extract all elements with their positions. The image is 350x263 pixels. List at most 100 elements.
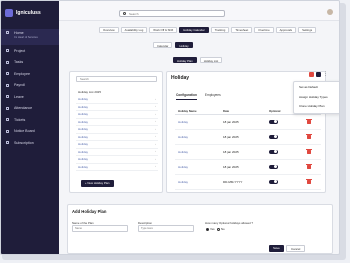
menu-item-assign-types[interactable]: Assign Holiday Types: [294, 93, 339, 103]
sidebar-item-leave[interactable]: Leave: [1, 91, 59, 103]
table-row: Holiday 18 jan 2025: [175, 115, 321, 130]
holiday-name[interactable]: Holiday: [175, 180, 223, 184]
sidebar-item-employee[interactable]: Employee: [1, 68, 59, 80]
tab-work-off-shift[interactable]: Work Off & Shift: [149, 27, 178, 33]
sidebar-item-tickets[interactable]: Tickets: [1, 114, 59, 126]
holiday-name[interactable]: Holiday: [175, 120, 223, 124]
sidebar: Igniculuss ‹ Home Cx Heart of Services P…: [1, 1, 60, 254]
holiday-name[interactable]: Holiday: [175, 165, 223, 169]
radio-yes-dot: [206, 227, 209, 231]
new-holiday-plan-button[interactable]: + New Holiday Plan: [81, 180, 114, 187]
brand-logo: [5, 9, 13, 17]
sidebar-item-notice-board[interactable]: Notice Board: [1, 126, 59, 138]
tab-settings[interactable]: Settings: [298, 27, 317, 33]
tab-employees[interactable]: Employees: [205, 93, 221, 100]
sidebar-item-payroll[interactable]: Payroll: [1, 80, 59, 92]
chevron-right-icon: ›: [155, 120, 156, 124]
chevron-right-icon: ›: [155, 165, 156, 169]
optional-toggle[interactable]: [269, 149, 278, 155]
holiday-date: 18 jan 2025: [223, 165, 239, 169]
sidebar-item-tasks[interactable]: Tasks: [1, 57, 59, 69]
table-row: Holiday DD-MM-YYYY: [175, 175, 321, 190]
tasks-icon: [6, 60, 9, 64]
subtab-calendar[interactable]: Calendar: [153, 42, 173, 48]
sidebar-nav: Home Cx Heart of Services Project Tasks …: [1, 29, 59, 149]
optional-toggle[interactable]: [269, 179, 278, 185]
sidebar-item-label: Employee: [14, 71, 30, 76]
optional-holidays-label: How many Optional holidays allowed ?: [205, 221, 254, 225]
tab-holiday-list[interactable]: Holiday List: [199, 57, 223, 63]
sidebar-item-label: Subscription: [14, 140, 34, 145]
optional-toggle[interactable]: [269, 119, 278, 125]
optional-toggle[interactable]: [269, 134, 278, 140]
column-header: Date: [223, 109, 230, 113]
list-item-label: Holiday: [78, 142, 89, 147]
list-item[interactable]: Holiday ›: [76, 111, 158, 119]
list-item-label: Holiday: [78, 119, 89, 124]
radio-no-label: No: [221, 227, 225, 231]
menu-item-clone-plan[interactable]: Clone Holiday Plan: [294, 102, 339, 112]
more-vertical-icon[interactable]: ⋮: [323, 72, 328, 77]
trash-icon[interactable]: [306, 148, 312, 155]
trash-icon[interactable]: [306, 178, 312, 185]
list-search-input[interactable]: [76, 76, 157, 82]
sidebar-item-label: Attendance: [14, 106, 33, 111]
sidebar-item-subscription[interactable]: Subscription: [1, 137, 59, 149]
list-item[interactable]: Holiday ›: [76, 149, 158, 156]
save-button[interactable]: Save: [269, 245, 284, 252]
sidebar-item-attendance[interactable]: Attendance: [1, 103, 59, 115]
radio-yes[interactable]: Yes: [206, 227, 215, 231]
tab-holiday-calendar[interactable]: Holiday Calendar: [179, 27, 209, 33]
tab-approvals[interactable]: Approvals: [275, 27, 297, 33]
list-item[interactable]: Holiday ›: [76, 104, 158, 111]
list-item[interactable]: Holiday ›: [76, 156, 158, 164]
notice-board-icon: [6, 129, 9, 133]
chevron-right-icon: ›: [155, 157, 156, 161]
tab-availability-log[interactable]: Availability Log: [120, 27, 148, 33]
holiday-name[interactable]: Holiday: [175, 135, 223, 139]
sidebar-item-project[interactable]: Project: [1, 45, 59, 57]
subtab-holiday[interactable]: Holiday: [175, 42, 193, 48]
tab-configuration[interactable]: Configuration: [176, 93, 197, 100]
sub-tabs: Calendar Holiday: [153, 42, 193, 48]
list-item-label: Holiday: [78, 134, 89, 139]
tab-holiday-plan[interactable]: Holiday Plan: [173, 57, 197, 63]
holiday-date: DD-MM-YYYY: [223, 180, 243, 184]
tab-tracking[interactable]: Tracking: [210, 27, 230, 33]
list-item-label: Holiday: [78, 157, 89, 162]
holiday-list: Holiday › Holiday › Holiday › Holiday › Holi…: [76, 96, 158, 171]
radio-no[interactable]: No: [217, 227, 225, 231]
project-icon: [6, 49, 9, 53]
list-item[interactable]: Holiday ›: [76, 126, 158, 134]
list-item[interactable]: Holiday ›: [76, 119, 158, 126]
payroll-icon: [6, 83, 9, 87]
avatar[interactable]: [327, 9, 333, 15]
holiday-name[interactable]: Holiday: [175, 150, 223, 154]
edit-icon[interactable]: [316, 72, 321, 77]
cancel-button[interactable]: Cancel: [286, 245, 306, 252]
detail-actions: ⋮: [309, 72, 328, 77]
trash-icon[interactable]: [306, 133, 312, 140]
search-input[interactable]: [129, 11, 219, 16]
sidebar-item-sublabel: Cx Heart of Services: [14, 35, 38, 39]
tab-overview[interactable]: Overview: [99, 27, 119, 33]
menu-item-set-default[interactable]: Set as Default: [294, 83, 339, 93]
trash-icon[interactable]: [306, 163, 312, 170]
trash-icon[interactable]: [306, 118, 312, 125]
attendance-icon: [6, 106, 9, 110]
list-item[interactable]: Holiday ›: [76, 134, 158, 141]
optional-toggle[interactable]: [269, 164, 278, 170]
sidebar-item-home[interactable]: Home Cx Heart of Services: [1, 29, 59, 45]
plan-name-input[interactable]: [72, 225, 128, 232]
list-item[interactable]: Holiday ›: [76, 141, 158, 149]
sidebar-item-label: Home: [14, 31, 24, 35]
table-row: Holiday 18 jan 2025: [175, 130, 321, 145]
description-input[interactable]: [138, 225, 194, 232]
list-item[interactable]: Holiday ›: [76, 164, 158, 171]
tab-timesheet[interactable]: Timesheet: [231, 27, 253, 33]
list-item[interactable]: Holiday ›: [76, 96, 158, 104]
actions-menu: Set as Default Assign Holiday Types Clon…: [293, 81, 339, 114]
chevron-right-icon: ›: [155, 105, 156, 109]
delete-icon[interactable]: [309, 72, 314, 77]
tab-overtime[interactable]: Overtime: [254, 27, 274, 33]
